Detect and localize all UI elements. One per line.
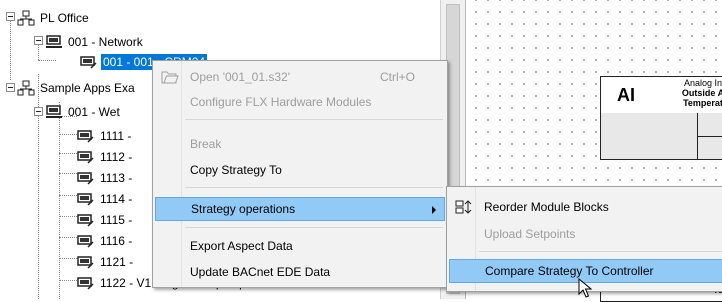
tree-node-label: 1113 - bbox=[100, 171, 133, 185]
tree-node-label: 1121 - bbox=[100, 255, 134, 269]
tree-connector bbox=[59, 280, 77, 281]
tree-connector bbox=[59, 102, 60, 299]
analog-input-block[interactable]: AI Analog In Outside A Temperat bbox=[600, 76, 722, 160]
tree-node-label: 1114 - bbox=[100, 192, 133, 206]
tree-connector bbox=[59, 195, 77, 196]
tree-node-label: 1112 - bbox=[100, 150, 133, 164]
mouse-cursor-icon bbox=[578, 277, 593, 301]
menu-item-strategy-operations[interactable]: Strategy operations bbox=[155, 197, 445, 221]
controller-icon bbox=[77, 275, 95, 291]
tree-connector bbox=[59, 153, 77, 154]
block-body bbox=[601, 113, 722, 159]
tree-connector bbox=[59, 237, 77, 238]
tree-node-controller[interactable]: 1112 - bbox=[77, 147, 134, 167]
tree-node-controller[interactable]: 1115 - bbox=[77, 210, 134, 230]
network-monitor-icon bbox=[45, 104, 63, 120]
network-monitor-icon bbox=[45, 34, 63, 50]
tree-node-site[interactable]: PL Office bbox=[17, 8, 91, 28]
controller-icon bbox=[77, 254, 95, 270]
tree-node-network[interactable]: 001 - Network bbox=[45, 32, 145, 52]
controller-icon bbox=[77, 191, 95, 207]
controller-icon bbox=[77, 149, 95, 165]
menu-separator bbox=[185, 119, 443, 120]
tree-node-controller[interactable]: 1121 - bbox=[77, 252, 135, 272]
controller-icon bbox=[77, 212, 95, 228]
block-desc-line: Outside A bbox=[681, 88, 722, 98]
tree-node-label: PL Office bbox=[40, 11, 89, 25]
menu-item-reorder-blocks[interactable]: Reorder Module Blocks bbox=[449, 195, 722, 219]
collapse-toggle[interactable] bbox=[6, 83, 15, 92]
tree-node-controller[interactable]: 1111 - bbox=[77, 126, 133, 146]
block-desc-line: Analog In bbox=[683, 78, 722, 88]
menu-item-open[interactable]: Open '001_01.s32' Ctrl+O bbox=[155, 65, 445, 89]
menu-item-export-aspect[interactable]: Export Aspect Data bbox=[155, 234, 445, 258]
menu-item-label: Compare Strategy To Controller bbox=[485, 264, 654, 278]
menu-item-label: Break bbox=[190, 137, 222, 151]
collapse-toggle[interactable] bbox=[6, 12, 15, 21]
tree-connector bbox=[10, 20, 11, 80]
menu-item-label: Strategy operations bbox=[191, 202, 296, 216]
block-desc-line: Temperat bbox=[683, 98, 722, 108]
tree-connector bbox=[38, 45, 39, 60]
menu-item-label: Update BACnet EDE Data bbox=[190, 265, 331, 279]
menu-item-break[interactable]: Break bbox=[155, 132, 445, 156]
site-network-icon bbox=[17, 10, 35, 26]
submenu-arrow-icon bbox=[432, 206, 436, 214]
menu-item-label: Upload Setpoints bbox=[484, 227, 576, 241]
controller-icon bbox=[80, 54, 98, 70]
menu-item-update-bacnet[interactable]: Update BACnet EDE Data bbox=[155, 260, 445, 284]
collapse-toggle[interactable] bbox=[34, 36, 43, 45]
site-network-icon bbox=[17, 80, 35, 96]
tree-node-label: 001 - Network bbox=[68, 35, 143, 49]
tree-node-label: 1116 - bbox=[100, 234, 133, 248]
open-folder-icon bbox=[161, 69, 179, 88]
menu-separator bbox=[185, 187, 443, 188]
strategy-operations-submenu[interactable]: Reorder Module Blocks Upload Setpoints C… bbox=[446, 186, 722, 292]
tree-connector bbox=[59, 216, 77, 217]
menu-item-label: Reorder Module Blocks bbox=[484, 200, 609, 214]
context-menu[interactable]: Open '001_01.s32' Ctrl+O Configure FLX H… bbox=[152, 60, 448, 288]
reorder-icon bbox=[455, 199, 473, 218]
tree-connector bbox=[59, 134, 77, 135]
menu-item-shortcut: Ctrl+O bbox=[379, 70, 415, 84]
tree-node-label: 1115 - bbox=[100, 213, 133, 227]
tree-connector bbox=[59, 173, 77, 174]
block-description: Analog In Outside A Temperat bbox=[663, 78, 722, 108]
tree-node-network[interactable]: 001 - Wet bbox=[45, 102, 122, 122]
menu-item-label: Open '001_01.s32' bbox=[190, 70, 290, 84]
tree-node-label: 001 - Wet bbox=[68, 105, 120, 119]
menu-separator bbox=[185, 227, 443, 228]
tree-node-site[interactable]: Sample Apps Exa bbox=[17, 78, 137, 98]
tree-node-label: Sample Apps Exa bbox=[40, 81, 135, 95]
block-divider bbox=[697, 136, 722, 137]
menu-item-upload-setpoints[interactable]: Upload Setpoints bbox=[449, 222, 722, 246]
controller-icon bbox=[77, 233, 95, 249]
tree-connector bbox=[59, 258, 77, 259]
menu-item-label: Configure FLX Hardware Modules bbox=[190, 95, 372, 109]
tree-connector bbox=[38, 60, 56, 61]
block-type-label: AI bbox=[617, 85, 635, 105]
menu-item-configure-flx[interactable]: Configure FLX Hardware Modules bbox=[155, 90, 445, 114]
menu-item-label: Export Aspect Data bbox=[190, 239, 293, 253]
tree-node-label: 1111 - bbox=[100, 129, 132, 143]
controller-icon bbox=[77, 170, 95, 186]
tree-node-controller[interactable]: 1116 - bbox=[77, 231, 134, 251]
tree-node-controller[interactable]: 1114 - bbox=[77, 189, 134, 209]
menu-item-label: Copy Strategy To bbox=[190, 163, 282, 177]
controller-icon bbox=[77, 128, 95, 144]
block-header: AI Analog In Outside A Temperat bbox=[601, 77, 722, 114]
menu-item-copy-strategy[interactable]: Copy Strategy To bbox=[155, 158, 445, 182]
tree-node-controller[interactable]: 1113 - bbox=[77, 168, 134, 188]
collapse-toggle[interactable] bbox=[34, 107, 43, 116]
menu-separator bbox=[479, 251, 722, 252]
